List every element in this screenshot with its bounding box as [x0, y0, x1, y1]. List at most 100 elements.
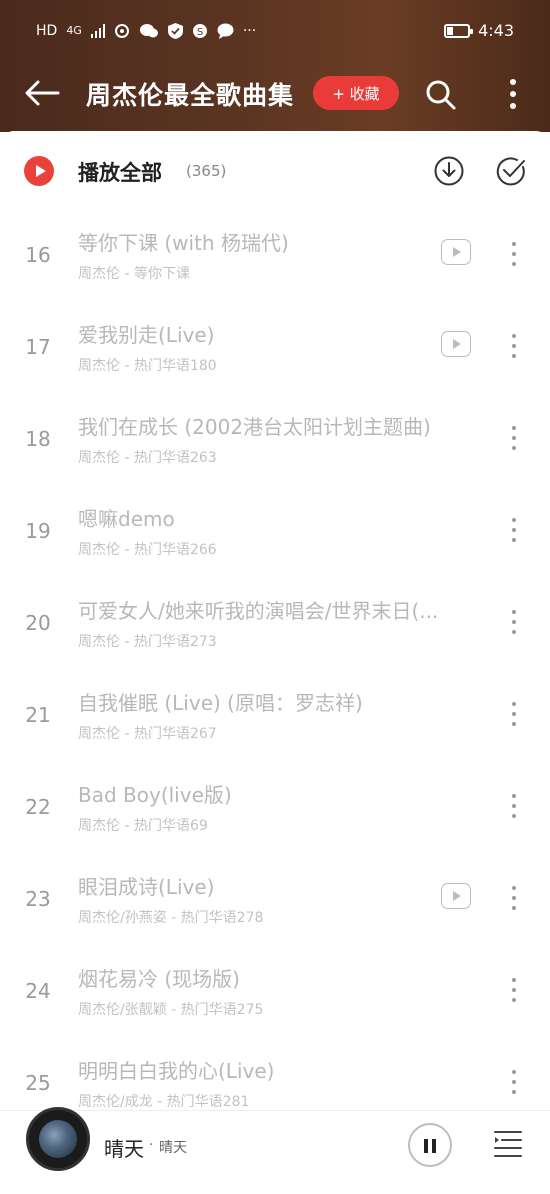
song-artist-album: 周杰伦 - 热门华语180	[78, 358, 217, 374]
song-more-icon[interactable]	[504, 883, 524, 913]
more-dot	[512, 630, 516, 634]
more-dot	[512, 620, 516, 624]
song-number: 17	[25, 335, 51, 359]
song-number: 22	[25, 795, 51, 819]
multi-select-icon[interactable]	[495, 155, 527, 187]
song-artist-album: 周杰伦 - 热门华语69	[78, 818, 208, 834]
search-icon[interactable]	[424, 78, 458, 112]
more-dot	[512, 518, 516, 522]
playlist-icon[interactable]	[492, 1127, 524, 1159]
mv-play-icon[interactable]	[441, 239, 471, 265]
song-row[interactable]: 16 等你下课 (with 杨瑞代) 周杰伦 - 等你下课	[0, 209, 550, 301]
status-icons: HD 4G S ···	[36, 22, 256, 40]
song-title[interactable]: 自我催眠 (Live) (原唱：罗志祥)	[78, 687, 488, 716]
more-dot	[512, 712, 516, 716]
song-row[interactable]: 17 爱我别走(Live) 周杰伦 - 热门华语180	[0, 301, 550, 393]
song-number: 25	[25, 1071, 51, 1095]
pause-button[interactable]	[408, 1123, 452, 1167]
song-more-icon[interactable]	[504, 515, 524, 545]
clock: 4:43	[478, 21, 514, 40]
song-number: 23	[25, 887, 51, 911]
play-all-label[interactable]: 播放全部	[78, 157, 162, 187]
toolbar: 周杰伦最全歌曲集 + 收藏	[0, 62, 550, 124]
song-more-icon[interactable]	[504, 239, 524, 269]
song-more-icon[interactable]	[504, 975, 524, 1005]
play-all-icon[interactable]	[24, 156, 54, 186]
song-artist-album: 周杰伦 - 热门华语266	[78, 542, 217, 558]
more-dot	[512, 804, 516, 808]
song-more-icon[interactable]	[504, 1067, 524, 1097]
song-title[interactable]: 爱我别走(Live)	[78, 319, 488, 348]
song-more-icon[interactable]	[504, 607, 524, 637]
now-playing-separator: ·	[149, 1137, 154, 1153]
song-title[interactable]: 烟花易冷 (现场版)	[78, 963, 488, 992]
song-number: 19	[25, 519, 51, 543]
more-dot	[512, 334, 516, 338]
song-more-icon[interactable]	[504, 423, 524, 453]
song-artist-album: 周杰伦 - 热门华语273	[78, 634, 217, 650]
song-row[interactable]: 18 我们在成长 (2002港台太阳计划主题曲) 周杰伦 - 热门华语263	[0, 393, 550, 485]
status-bar: HD 4G S ··· 4:43	[0, 0, 550, 60]
more-dot	[512, 528, 516, 532]
more-dot	[512, 610, 516, 614]
more-dot	[512, 886, 516, 890]
back-arrow-icon[interactable]	[22, 76, 62, 110]
song-more-icon[interactable]	[504, 699, 524, 729]
song-row[interactable]: 21 自我催眠 (Live) (原唱：罗志祥) 周杰伦 - 热门华语267	[0, 669, 550, 761]
song-more-icon[interactable]	[504, 331, 524, 361]
album-cover[interactable]	[26, 1107, 90, 1171]
network-icon: 4G	[66, 24, 82, 37]
song-title[interactable]: 嗯嘛demo	[78, 503, 488, 532]
more-dot	[512, 702, 516, 706]
mv-play-icon[interactable]	[441, 883, 471, 909]
more-dot	[512, 794, 516, 798]
more-dot	[512, 252, 516, 256]
song-count: (365)	[186, 162, 227, 180]
page-title: 周杰伦最全歌曲集	[86, 81, 295, 110]
collect-button[interactable]: + 收藏	[313, 76, 399, 110]
song-title[interactable]: 等你下课 (with 杨瑞代)	[78, 227, 488, 256]
download-icon[interactable]	[433, 155, 465, 187]
song-artist-album: 周杰伦/张靓颖 - 热门华语275	[78, 1002, 264, 1018]
more-dot	[512, 538, 516, 542]
battery-icon	[444, 23, 474, 38]
header: HD 4G S ··· 4:43 周杰伦最全歌曲集 + 收藏	[0, 0, 550, 132]
song-title[interactable]: 可爱女人/她来听我的演唱会/世界末日(...	[78, 595, 488, 624]
song-artist-album: 周杰伦/孙燕姿 - 热门华语278	[78, 910, 264, 926]
song-row[interactable]: 20 可爱女人/她来听我的演唱会/世界末日(... 周杰伦 - 热门华语273	[0, 577, 550, 669]
song-title[interactable]: 我们在成长 (2002港台太阳计划主题曲)	[78, 411, 488, 440]
now-playing-artist: 晴天	[159, 1140, 187, 1156]
status-right: 4:43	[444, 21, 514, 40]
song-row[interactable]: 22 Bad Boy(live版) 周杰伦 - 热门华语69	[0, 761, 550, 853]
song-title[interactable]: 眼泪成诗(Live)	[78, 871, 488, 900]
song-title[interactable]: 明明白白我的心(Live)	[78, 1055, 488, 1084]
now-playing-title[interactable]: 晴天	[104, 1133, 144, 1162]
pause-icon	[424, 1139, 428, 1153]
more-options-icon[interactable]	[500, 76, 526, 112]
hd-icon: HD	[36, 23, 58, 39]
more-dot	[512, 426, 516, 430]
more-notifications-icon: ···	[242, 23, 257, 39]
more-dot	[512, 242, 516, 246]
pause-icon	[432, 1139, 436, 1153]
more-dot	[512, 1070, 516, 1074]
mv-play-icon[interactable]	[441, 331, 471, 357]
song-list-panel: 播放全部 (365) 16 等你下课 (with 杨瑞代) 周杰伦 - 等你下课 17…	[0, 131, 550, 1194]
svg-text:S: S	[197, 27, 203, 38]
more-dot	[512, 344, 516, 348]
wechat-icon	[139, 24, 158, 38]
song-row[interactable]: 19 嗯嘛demo 周杰伦 - 热门华语266	[0, 485, 550, 577]
song-number: 18	[25, 427, 51, 451]
mini-player[interactable]: 晴天 · 晴天	[0, 1107, 550, 1194]
more-dot	[512, 906, 516, 910]
song-more-icon[interactable]	[504, 791, 524, 821]
more-dot	[512, 998, 516, 1002]
song-row[interactable]: 24 烟花易冷 (现场版) 周杰伦/张靓颖 - 热门华语275	[0, 945, 550, 1037]
play-all-row[interactable]: 播放全部 (365)	[0, 131, 550, 209]
app-icon: S	[192, 24, 207, 38]
album-art	[39, 1120, 77, 1158]
more-dot	[512, 354, 516, 358]
more-dot	[512, 1090, 516, 1094]
song-row[interactable]: 23 眼泪成诗(Live) 周杰伦/孙燕姿 - 热门华语278	[0, 853, 550, 945]
song-title[interactable]: Bad Boy(live版)	[78, 779, 488, 808]
